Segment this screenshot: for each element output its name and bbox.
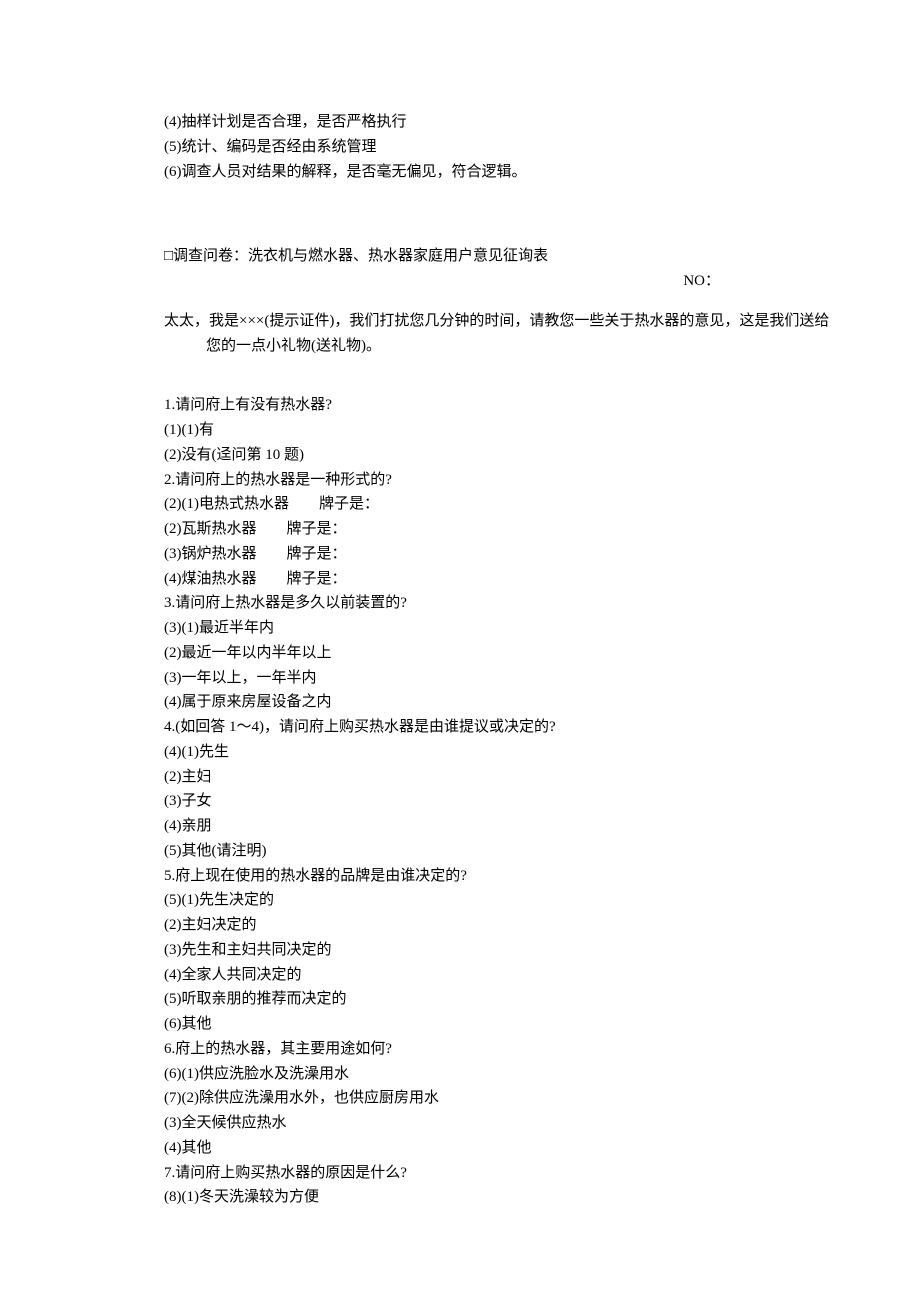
q4-title: 4.(如回答 1～4)，请问府上购买热水器是由谁提议或决定的? xyxy=(164,715,840,740)
q3-opt-2: (2)最近一年以内半年以上 xyxy=(164,641,840,666)
survey-title: □调查问卷：洗衣机与燃水器、热水器家庭用户意见征询表 xyxy=(80,244,840,269)
q2-opt-2-text: (2)瓦斯热水器 xyxy=(164,521,257,537)
q3-title: 3.请问府上热水器是多久以前装置的? xyxy=(164,591,840,616)
q2-opt-4: (4)煤油热水器 牌子是： xyxy=(164,567,840,592)
q5-opt-3: (3)先生和主妇共同决定的 xyxy=(164,938,840,963)
q3-opt-1: (3)(1)最近半年内 xyxy=(164,616,840,641)
survey-no-label: NO： xyxy=(80,269,840,294)
q5-opt-6: (6)其他 xyxy=(164,1012,840,1037)
q4-opt-1: (4)(1)先生 xyxy=(164,740,840,765)
q5-opt-1: (5)(1)先生决定的 xyxy=(164,888,840,913)
question-block: 1.请问府上有没有热水器? (1)(1)有 (2)没有(迳问第 10 题) 2.… xyxy=(80,393,840,1210)
q7-title: 7.请问府上购买热水器的原因是什么? xyxy=(164,1161,840,1186)
q6-opt-2: (7)(2)除供应洗澡用水外，也供应厨房用水 xyxy=(164,1086,840,1111)
q2-opt-3-brand: 牌子是： xyxy=(287,546,347,562)
top-line-6: (6)调查人员对结果的解释，是否毫无偏见，符合逻辑。 xyxy=(80,160,840,185)
q6-opt-1: (6)(1)供应洗脸水及洗澡用水 xyxy=(164,1062,840,1087)
q4-opt-5: (5)其他(请注明) xyxy=(164,839,840,864)
document-page: (4)抽样计划是否合理，是否严格执行 (5)统计、编码是否经由系统管理 (6)调… xyxy=(0,0,920,1302)
q1-opt-2: (2)没有(迳问第 10 题) xyxy=(164,443,840,468)
q6-opt-3: (3)全天候供应热水 xyxy=(164,1111,840,1136)
q2-opt-1-text: (2)(1)电热式热水器 xyxy=(164,496,289,512)
q6-title: 6.府上的热水器，其主要用途如何? xyxy=(164,1037,840,1062)
q2-opt-1-brand: 牌子是： xyxy=(319,496,379,512)
survey-intro: 太太，我是×××(提示证件)，我们打扰您几分钟的时间，请教您一些关于热水器的意见… xyxy=(122,309,840,359)
q4-opt-3: (3)子女 xyxy=(164,789,840,814)
q5-title: 5.府上现在使用的热水器的品牌是由谁决定的? xyxy=(164,864,840,889)
top-line-4: (4)抽样计划是否合理，是否严格执行 xyxy=(80,110,840,135)
q3-opt-3: (3)一年以上，一年半内 xyxy=(164,666,840,691)
q2-opt-2-brand: 牌子是： xyxy=(287,521,347,537)
q1-opt-1: (1)(1)有 xyxy=(164,418,840,443)
q2-title: 2.请问府上的热水器是一种形式的? xyxy=(164,468,840,493)
q2-opt-2: (2)瓦斯热水器 牌子是： xyxy=(164,517,840,542)
q3-opt-4: (4)属于原来房屋设备之内 xyxy=(164,690,840,715)
q5-opt-5: (5)听取亲朋的推荐而决定的 xyxy=(164,987,840,1012)
q5-opt-4: (4)全家人共同决定的 xyxy=(164,963,840,988)
q1-title: 1.请问府上有没有热水器? xyxy=(164,393,840,418)
q5-opt-2: (2)主妇决定的 xyxy=(164,913,840,938)
q7-opt-1: (8)(1)冬天洗澡较为方便 xyxy=(164,1185,840,1210)
q4-opt-2: (2)主妇 xyxy=(164,765,840,790)
q2-opt-3-text: (3)锅炉热水器 xyxy=(164,546,257,562)
q2-opt-4-text: (4)煤油热水器 xyxy=(164,571,257,587)
q4-opt-4: (4)亲朋 xyxy=(164,814,840,839)
q2-opt-1: (2)(1)电热式热水器 牌子是： xyxy=(164,492,840,517)
q6-opt-4: (4)其他 xyxy=(164,1136,840,1161)
top-line-5: (5)统计、编码是否经由系统管理 xyxy=(80,135,840,160)
q2-opt-3: (3)锅炉热水器 牌子是： xyxy=(164,542,840,567)
q2-opt-4-brand: 牌子是： xyxy=(287,571,347,587)
